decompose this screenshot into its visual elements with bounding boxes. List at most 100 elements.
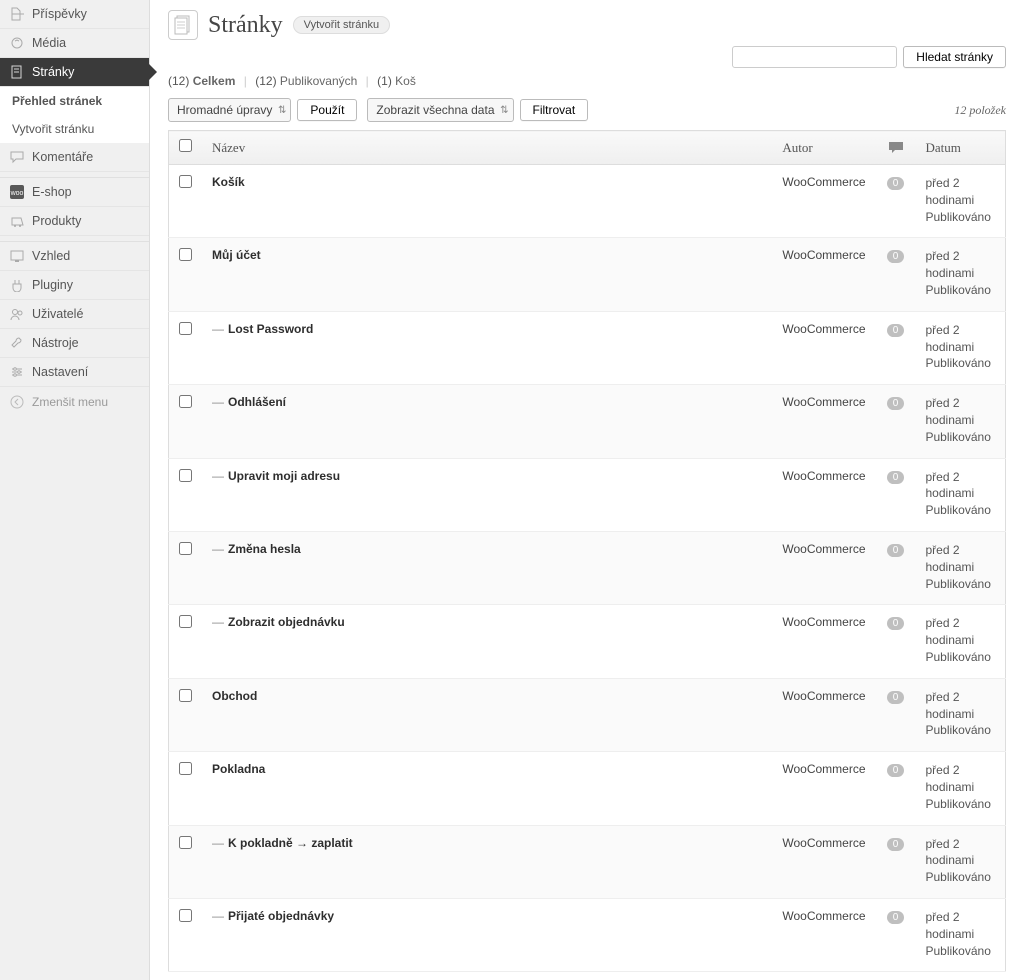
filter-button[interactable]: Filtrovat [520,99,589,121]
date-filter-select[interactable]: Zobrazit všechna data [367,98,513,122]
sidebar-item-label: Média [32,36,66,50]
row-checkbox[interactable] [179,395,192,408]
page-title: Stránky [208,12,283,39]
comment-count-badge[interactable]: 0 [887,691,905,704]
row-title[interactable]: —Přijaté objednávky [202,898,772,971]
collapse-menu[interactable]: Zmenšit menu [0,387,149,417]
main-content: Stránky Vytvořit stránku Hledat stránky … [150,0,1024,980]
row-checkbox[interactable] [179,689,192,702]
sidebar-item-label: Nastavení [32,365,88,379]
sidebar-subitem[interactable]: Přehled stránek [0,87,149,115]
filter-published[interactable]: Publikovaných [280,74,357,88]
comment-count-badge[interactable]: 0 [887,764,905,777]
col-name[interactable]: Název [202,131,772,165]
sidebar-item-label: Příspěvky [32,7,87,21]
table-row: —Lost PasswordWooCommerce0před 2 hodinam… [169,311,1006,384]
comment-count-badge[interactable]: 0 [887,544,905,557]
table-row: ObchodWooCommerce 0 před 2 hodinamiPubliko… [169,678,1006,751]
row-author[interactable]: WooCommerce [772,752,875,825]
sidebar-item-eshop[interactable]: woo E-shop [0,178,149,207]
row-author[interactable]: WooCommerce [772,605,875,678]
row-title[interactable]: —Zobrazit objednávku [202,605,772,678]
sidebar-item-pages[interactable]: Stránky [0,58,149,87]
comment-count-badge[interactable]: 0 [887,397,905,410]
col-author[interactable]: Autor [772,131,875,165]
row-title[interactable]: —Odhlášení [202,385,772,458]
row-checkbox[interactable] [179,909,192,922]
row-title[interactable]: Můj účet [202,238,772,311]
row-title[interactable]: Pokladna [202,752,772,825]
filter-all[interactable]: Celkem [193,74,236,88]
row-author[interactable]: WooCommerce [772,678,875,751]
row-title[interactable]: —K pokladně → zaplatit [202,825,772,898]
trash-count: 1 [381,74,388,88]
comment-count-badge[interactable]: 0 [887,911,905,924]
comment-count-badge[interactable]: 0 [887,838,905,851]
create-page-button[interactable]: Vytvořit stránku [293,16,390,34]
pages-icon [168,10,198,40]
appearance-icon [8,249,26,263]
row-checkbox[interactable] [179,322,192,335]
sidebar-item-media[interactable]: Média [0,29,149,58]
sidebar-item-tools[interactable]: Nástroje [0,329,149,358]
row-checkbox[interactable] [179,469,192,482]
row-date: před 2 hodinamiPublikováno [916,752,1006,825]
row-author[interactable]: WooCommerce [772,311,875,384]
sidebar-item-settings[interactable]: Nastavení [0,358,149,387]
bulk-actions-select[interactable]: Hromadné úpravy [168,98,291,122]
row-checkbox[interactable] [179,762,192,775]
search-input[interactable] [732,46,897,68]
sidebar-item-label: Produkty [32,214,81,228]
comment-count-badge[interactable]: 0 [887,177,905,190]
sidebar-subitem[interactable]: Vytvořit stránku [0,115,149,143]
posts-icon [8,7,26,21]
sidebar-item-label: E-shop [32,185,72,199]
row-title[interactable]: —Lost Password [202,311,772,384]
collapse-icon [8,395,26,409]
row-title[interactable]: Obchod [202,678,772,751]
row-checkbox[interactable] [179,615,192,628]
row-author[interactable]: WooCommerce [772,825,875,898]
row-checkbox[interactable] [179,175,192,188]
row-author[interactable]: WooCommerce [772,531,875,604]
table-row: —Zobrazit objednávkuWooCommerce0před 2 h… [169,605,1006,678]
table-row: —Přijaté objednávkyWooCommerce0před 2 ho… [169,898,1006,971]
sidebar-item-posts[interactable]: Příspěvky [0,0,149,29]
plugins-icon [8,278,26,292]
admin-sidebar: Příspěvky Média Stránky Přehled stránekVytv… [0,0,150,980]
row-author[interactable]: WooCommerce [772,458,875,531]
col-date[interactable]: Datum [916,131,1006,165]
users-icon [8,307,26,321]
comment-count-badge[interactable]: 0 [887,471,905,484]
row-title[interactable]: Košík [202,165,772,238]
row-author[interactable]: WooCommerce [772,165,875,238]
row-checkbox[interactable] [179,836,192,849]
comment-count-badge[interactable]: 0 [887,617,905,630]
sidebar-item-comments[interactable]: Komentáře [0,143,149,172]
items-count: 12 položek [954,103,1006,118]
row-title[interactable]: —Upravit moji adresu [202,458,772,531]
sidebar-item-products[interactable]: Produkty [0,207,149,236]
sidebar-item-label: Stránky [32,65,74,79]
sidebar-item-appearance[interactable]: Vzhled [0,242,149,271]
published-count: 12 [259,74,272,88]
comment-count-badge[interactable]: 0 [887,250,905,263]
row-checkbox[interactable] [179,542,192,555]
settings-icon [8,365,26,379]
row-author[interactable]: WooCommerce [772,898,875,971]
comment-count-badge[interactable]: 0 [887,324,905,337]
apply-button[interactable]: Použít [297,99,357,121]
filter-trash[interactable]: Koš [395,74,416,88]
row-author[interactable]: WooCommerce [772,238,875,311]
sidebar-item-users[interactable]: Uživatelé [0,300,149,329]
search-button[interactable]: Hledat stránky [903,46,1006,68]
row-checkbox[interactable] [179,248,192,261]
row-title[interactable]: —Změna hesla [202,531,772,604]
row-author[interactable]: WooCommerce [772,385,875,458]
table-row: —K pokladně → zaplatitWooCommerce0před 2… [169,825,1006,898]
eshop-icon: woo [8,185,26,199]
row-date: před 2 hodinamiPublikováno [916,678,1006,751]
select-all-checkbox[interactable] [179,139,192,152]
sidebar-item-plugins[interactable]: Pluginy [0,271,149,300]
col-comments[interactable] [876,131,916,165]
